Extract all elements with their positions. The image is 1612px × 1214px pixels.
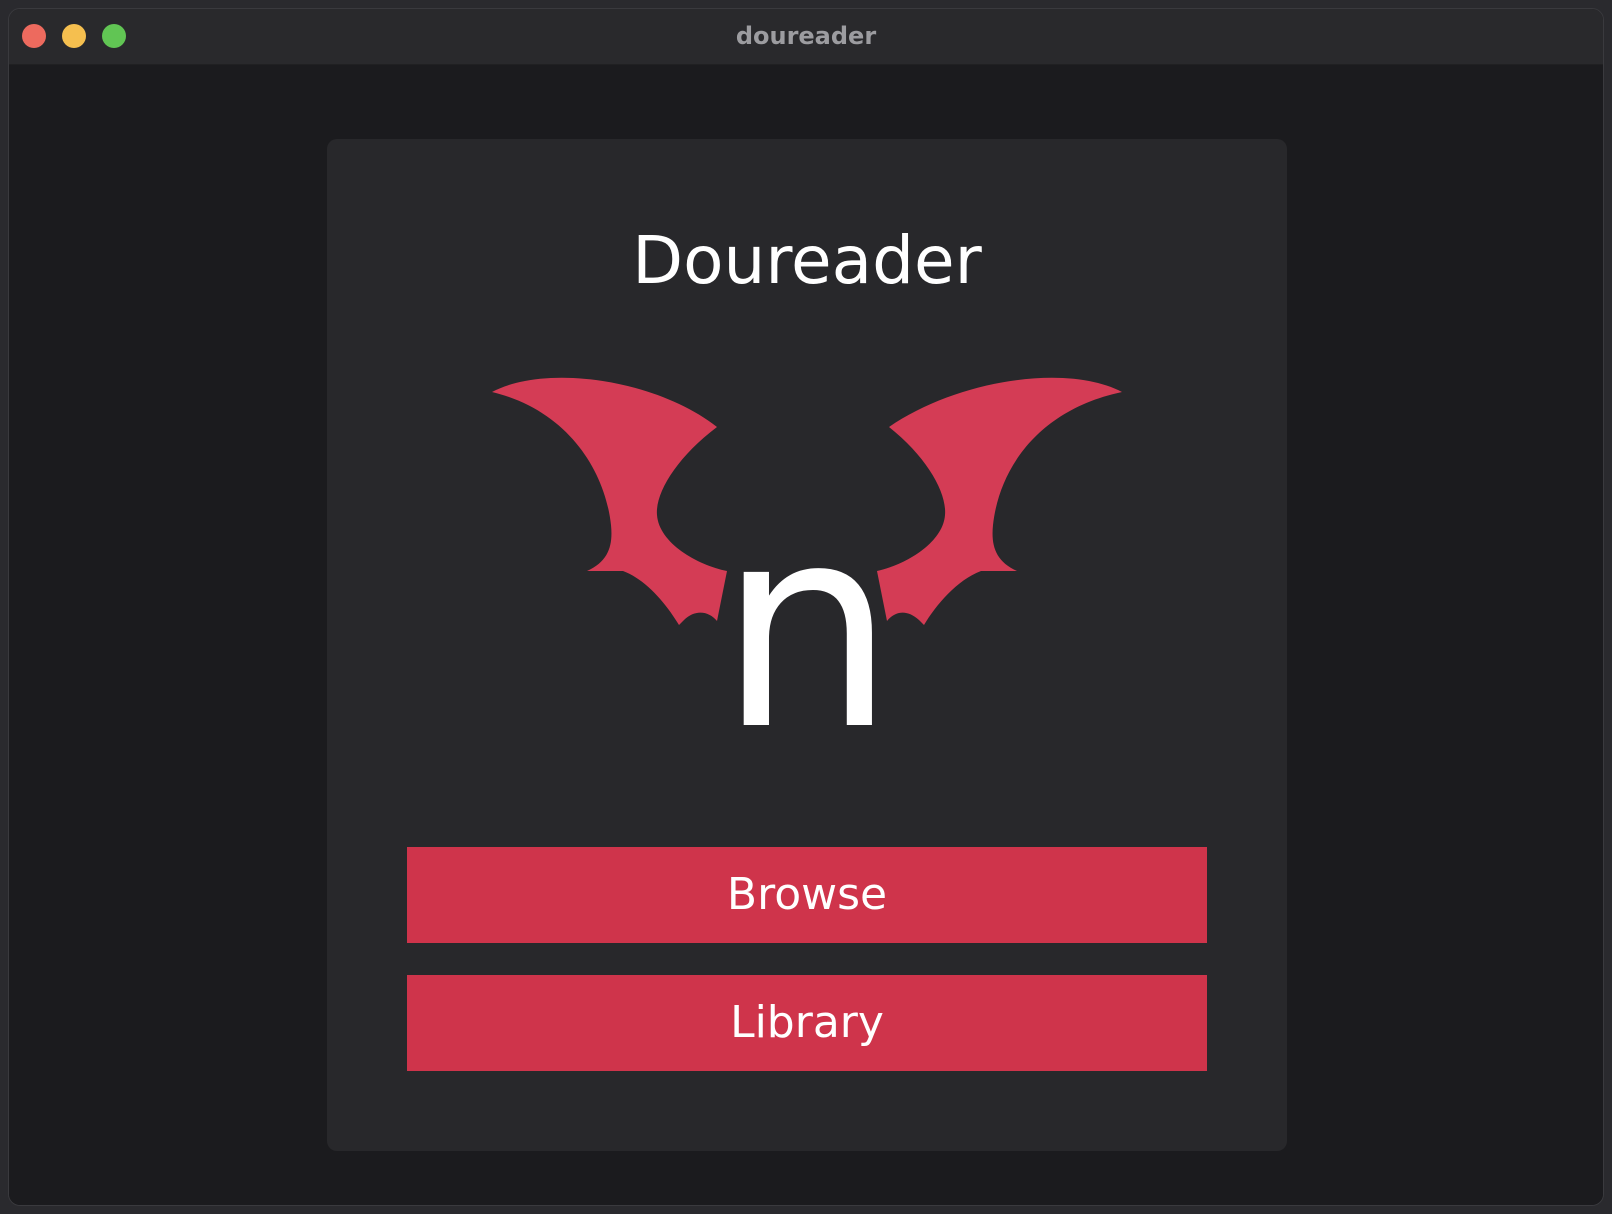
home-card: Doureader n Browse Library <box>327 139 1287 1151</box>
window-title: doureader <box>735 22 877 50</box>
main-content: Doureader n Browse Library <box>9 65 1603 1205</box>
app-window: doureader Doureader n Browse Library <box>8 8 1604 1206</box>
app-title: Doureader <box>632 222 982 299</box>
logo-letter: n <box>718 466 895 745</box>
library-button[interactable]: Library <box>407 975 1207 1071</box>
browse-button[interactable]: Browse <box>407 847 1207 943</box>
bat-wings-logo-icon: n <box>492 377 1122 745</box>
left-wing-icon <box>492 377 727 625</box>
right-wing-icon <box>877 377 1122 625</box>
title-bar[interactable]: doureader <box>9 9 1603 65</box>
